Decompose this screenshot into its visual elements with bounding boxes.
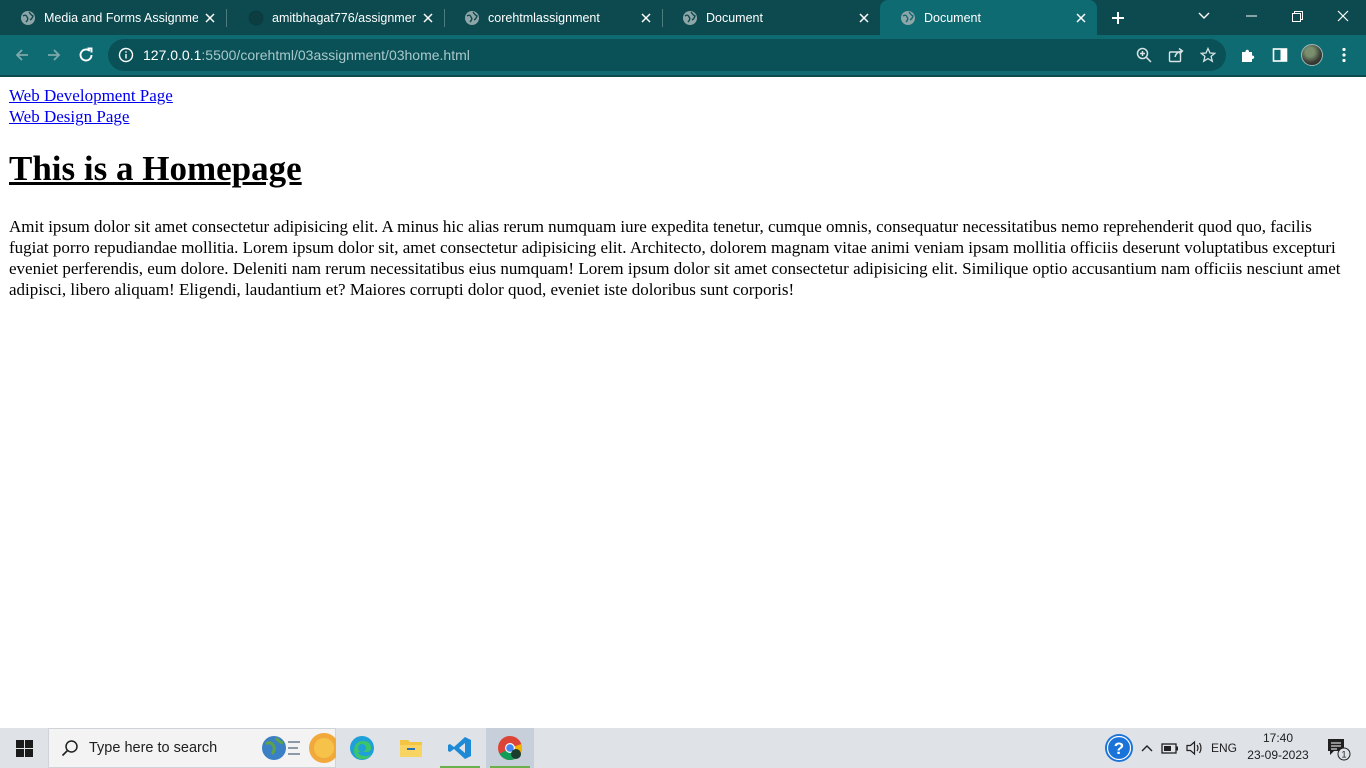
bookmark-button[interactable] (1193, 40, 1223, 70)
close-icon (1337, 10, 1349, 22)
tab-title: Media and Forms Assignment (44, 10, 198, 25)
avatar (1301, 44, 1323, 66)
forward-button[interactable] (39, 40, 69, 70)
language-indicator[interactable]: ENG (1208, 728, 1240, 768)
windows-logo-icon (15, 739, 33, 757)
taskbar-file-explorer[interactable] (387, 728, 435, 768)
tab-document-1[interactable]: Document (662, 0, 880, 35)
back-button[interactable] (7, 40, 37, 70)
clock-time: 17:40 (1262, 731, 1294, 745)
restore-icon (1291, 10, 1303, 22)
close-tab-button[interactable] (198, 6, 222, 30)
zoom-icon (1136, 47, 1152, 63)
close-window-button[interactable] (1320, 0, 1366, 32)
star-icon (1200, 47, 1216, 63)
close-tab-button[interactable] (852, 6, 876, 30)
extensions-button[interactable] (1233, 40, 1263, 70)
vscode-icon (448, 737, 471, 759)
web-page: Web Development Page Web Design Page Thi… (0, 77, 1366, 728)
notification-icon: 1 (1328, 739, 1351, 761)
taskbar-edge[interactable] (338, 728, 386, 768)
clock-date: 23-09-2023 (1247, 748, 1309, 762)
close-tab-button[interactable] (416, 6, 440, 30)
tab-search-button[interactable] (1190, 2, 1218, 30)
more-vertical-icon (1342, 47, 1346, 63)
new-tab-button[interactable] (1104, 4, 1132, 32)
web-design-link[interactable]: Web Design Page (9, 107, 129, 127)
tab-title: Document (706, 10, 763, 25)
close-icon (205, 12, 215, 23)
side-panel-icon (1272, 48, 1288, 62)
clock[interactable]: 17:40 23-09-2023 (1243, 730, 1313, 764)
weather-widget-icon[interactable] (258, 732, 336, 764)
tab-title: amitbhagat776/assignment_c (272, 10, 416, 25)
url-text[interactable]: 127.0.0.1:5500/corehtml/03assignment/03h… (143, 47, 470, 63)
arrow-right-icon (48, 49, 61, 61)
puzzle-icon (1242, 49, 1255, 62)
arrow-left-icon (15, 49, 28, 61)
github-icon (248, 10, 264, 25)
share-icon (1168, 47, 1184, 63)
chrome-icon (498, 736, 523, 761)
web-development-link[interactable]: Web Development Page (9, 86, 173, 106)
battery-tray-button[interactable] (1158, 728, 1182, 768)
close-icon (859, 12, 869, 23)
close-icon (641, 12, 651, 23)
close-icon (1076, 12, 1086, 23)
minimize-button[interactable] (1228, 0, 1274, 32)
notification-count: 1 (1341, 750, 1346, 760)
tab-corehtmlassignment[interactable]: corehtmlassignment (444, 0, 662, 35)
page-heading: This is a Homepage (9, 149, 302, 188)
volume-tray-button[interactable] (1183, 728, 1207, 768)
taskbar-vscode[interactable] (436, 728, 484, 768)
tab-separator (226, 9, 227, 27)
close-tab-button[interactable] (1069, 6, 1093, 30)
close-icon (423, 12, 433, 23)
taskbar-chrome[interactable] (486, 728, 534, 768)
globe-icon (901, 10, 915, 25)
svg-text:?: ? (1114, 739, 1124, 758)
chevron-up-icon (1141, 745, 1153, 752)
tab-media-forms[interactable]: Media and Forms Assignment (0, 0, 226, 35)
menu-button[interactable] (1329, 40, 1359, 70)
start-button[interactable] (0, 728, 48, 768)
tab-strip: Media and Forms Assignment amitbhagat776… (0, 0, 1366, 35)
tab-title: Document (924, 10, 981, 25)
url-host: 127.0.0.1 (143, 47, 202, 63)
profile-button[interactable] (1297, 40, 1327, 70)
help-tray-button[interactable]: ? (1102, 728, 1136, 768)
close-tab-button[interactable] (634, 6, 658, 30)
reload-icon (79, 47, 93, 62)
tab-title: corehtmlassignment (488, 10, 600, 25)
body-paragraph: Amit ipsum dolor sit amet consectetur ad… (9, 217, 1341, 299)
folder-icon (400, 740, 422, 757)
help-icon: ? (1105, 734, 1133, 762)
volume-icon (1186, 740, 1202, 756)
search-icon (61, 740, 78, 757)
show-hidden-icons-button[interactable] (1138, 728, 1156, 768)
info-icon[interactable] (118, 47, 134, 63)
minimize-icon (1245, 15, 1257, 17)
globe-icon (683, 10, 697, 25)
zoom-button[interactable] (1129, 40, 1159, 70)
share-button[interactable] (1161, 40, 1191, 70)
url-path: :5500/corehtml/03assignment/03home.html (201, 47, 470, 63)
side-panel-button[interactable] (1265, 40, 1295, 70)
chevron-down-icon (1198, 12, 1210, 19)
browser-toolbar: 127.0.0.1:5500/corehtml/03assignment/03h… (0, 35, 1366, 76)
windows-taskbar: Type here to search ? ENG 17:40 23-09-20… (0, 728, 1366, 768)
reload-button[interactable] (71, 40, 101, 70)
address-bar[interactable]: 127.0.0.1:5500/corehtml/03assignment/03h… (108, 39, 1226, 71)
language-label: ENG (1210, 741, 1237, 755)
globe-icon (21, 10, 35, 25)
tab-github-assignment[interactable]: amitbhagat776/assignment_c (228, 0, 444, 35)
battery-icon (1161, 743, 1178, 754)
notification-center-button[interactable]: 1 (1318, 728, 1358, 768)
globe-icon (465, 10, 479, 25)
plus-icon (1112, 12, 1124, 24)
edge-icon (350, 736, 374, 760)
restore-button[interactable] (1274, 0, 1320, 32)
tab-document-active[interactable]: Document (880, 0, 1097, 35)
search-placeholder: Type here to search (89, 740, 218, 756)
